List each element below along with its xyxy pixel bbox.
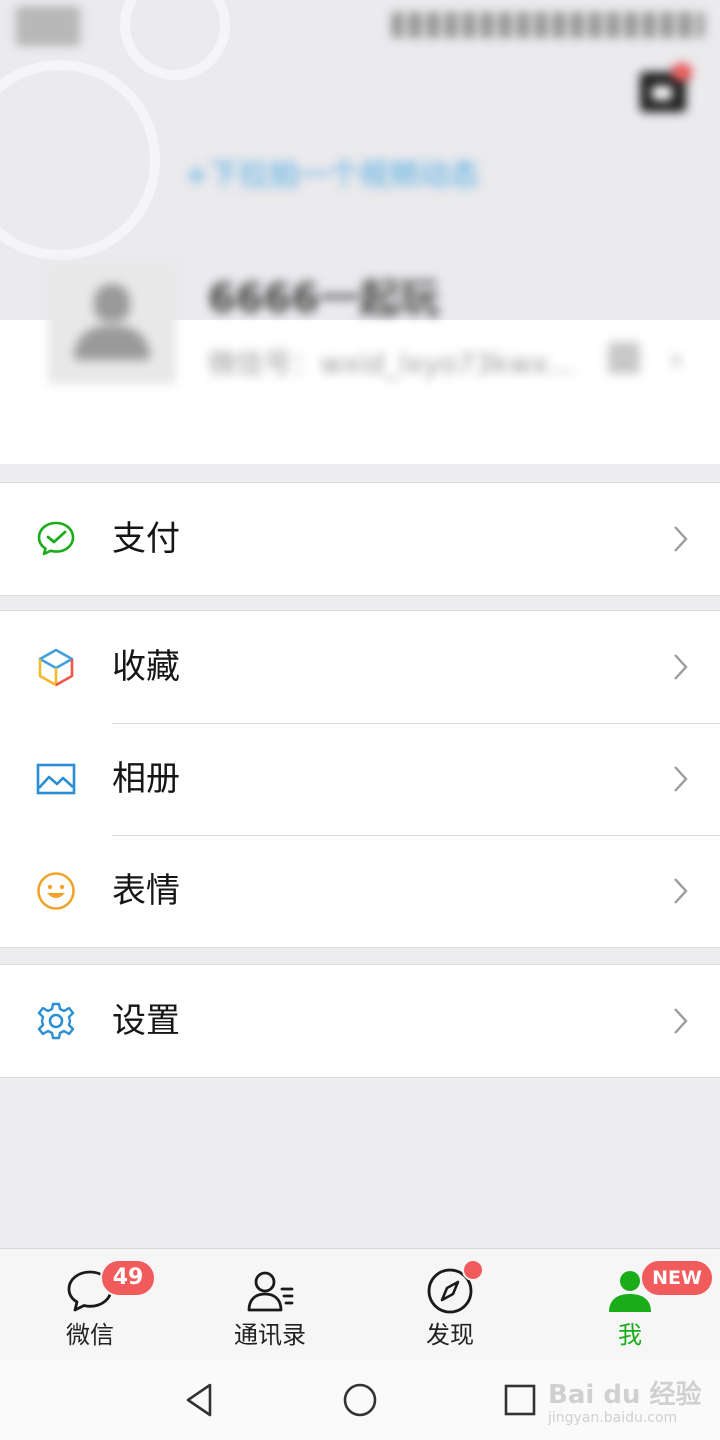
menu-item-label: 设置 [112, 1001, 180, 1041]
tab-me[interactable]: NEW 我 [540, 1249, 720, 1361]
menu-item-label: 支付 [112, 519, 180, 559]
tab-label: 我 [618, 1321, 642, 1349]
new-content-dot [462, 1259, 484, 1281]
chevron-right-icon [674, 654, 688, 680]
decorative-circle [0, 60, 160, 260]
qr-code-icon[interactable] [608, 342, 640, 374]
menu-item-album[interactable]: 相册 [0, 723, 720, 835]
tab-discover[interactable]: 发现 [360, 1249, 540, 1361]
default-avatar-icon [94, 284, 130, 322]
menu-item-settings[interactable]: 设置 [0, 965, 720, 1077]
menu-item-stickers[interactable]: 表情 [0, 835, 720, 947]
sticker-smile-icon [37, 872, 75, 910]
profile-nickname: 6666一起玩 [208, 276, 440, 322]
menu-section-collections: 收藏 相册 表情 [0, 610, 720, 948]
status-bar-icons [392, 12, 704, 38]
tab-chats[interactable]: 49 微信 [0, 1249, 180, 1361]
circle-home-icon[interactable] [340, 1380, 380, 1420]
favorites-cube-icon [38, 648, 74, 687]
settings-gear-icon [37, 1002, 75, 1040]
menu-item-label: 相册 [112, 759, 180, 799]
chevron-right-icon [674, 526, 688, 552]
wechat-pay-icon [37, 521, 75, 556]
menu-item-label: 收藏 [112, 647, 180, 687]
tab-label: 发现 [426, 1321, 474, 1349]
baidu-jingyan-url: jingyan.baidu.com [548, 1410, 678, 1426]
menu-item-label: 表情 [112, 871, 180, 911]
chevron-right-icon [674, 1008, 688, 1034]
status-prompt-link[interactable]: +下拉拍一个视频动态 [184, 150, 536, 194]
menu-section-settings: 设置 [0, 964, 720, 1078]
menu-item-pay[interactable]: 支付 [0, 483, 720, 595]
tab-label: 通讯录 [234, 1321, 306, 1349]
decorative-circle [120, 0, 230, 80]
avatar-shoulders [74, 326, 150, 360]
status-bar-time [16, 8, 80, 46]
unread-count-badge: 49 [100, 1259, 156, 1297]
chevron-right-icon [674, 878, 688, 904]
profile-wechat-id: 微信号：wxid_lxyo73kwx... [208, 347, 576, 380]
bottom-tab-bar: 49 微信 通讯录 发现 NEW 我 [0, 1248, 720, 1360]
square-recent-icon[interactable] [500, 1380, 540, 1420]
tab-label: 微信 [66, 1321, 114, 1349]
chevron-right-icon [674, 766, 688, 792]
baidu-jingyan-watermark: Bai du 经验 [548, 1380, 702, 1410]
triangle-back-icon[interactable] [180, 1380, 220, 1420]
menu-section-pay: 支付 [0, 482, 720, 596]
contacts-icon [247, 1271, 294, 1312]
new-feature-badge: NEW [640, 1259, 714, 1297]
tab-contacts[interactable]: 通讯录 [180, 1249, 360, 1361]
chevron-right-icon: › [670, 340, 683, 378]
camera-notification-dot [672, 63, 692, 81]
menu-item-favorites[interactable]: 收藏 [0, 611, 720, 723]
album-picture-icon [36, 763, 76, 795]
avatar[interactable] [48, 264, 176, 384]
